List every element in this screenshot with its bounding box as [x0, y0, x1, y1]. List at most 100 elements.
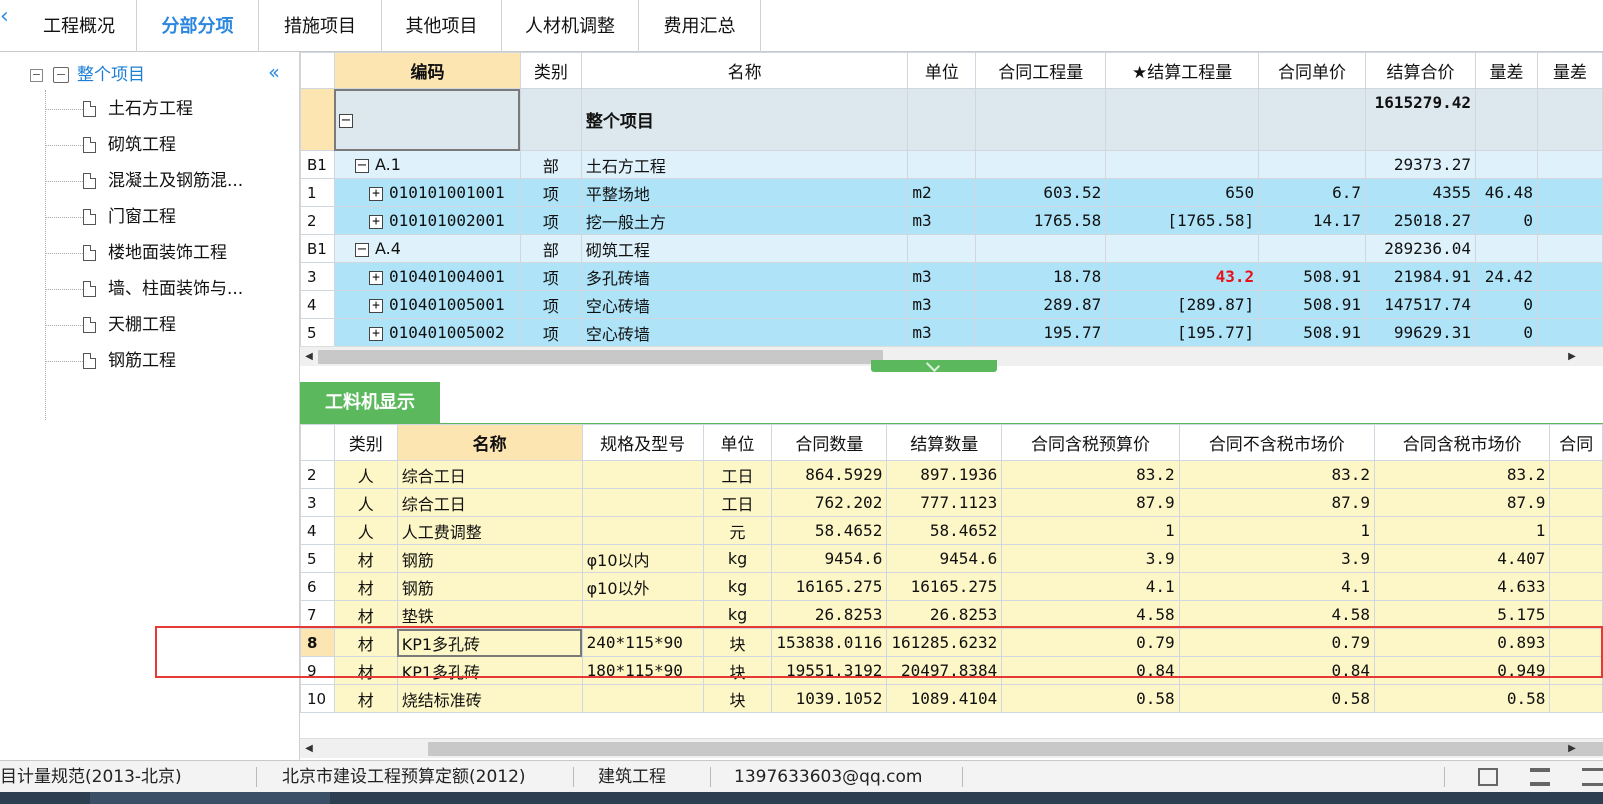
- price-cell[interactable]: 508.91: [1258, 290, 1367, 319]
- qty-cell[interactable]: 26.8253: [771, 600, 888, 629]
- settle-qty-cell[interactable]: 20497.8384: [886, 656, 1003, 685]
- extra-cell[interactable]: [1549, 656, 1603, 685]
- table-row[interactable]: 7 材 垫铁 kg 26.8253 26.8253 4.58 4.58 5.17…: [300, 600, 1603, 629]
- total-cell[interactable]: 29373.27: [1365, 150, 1476, 179]
- col-header-tax-market-price[interactable]: 合同含税市场价: [1373, 424, 1551, 461]
- table-row[interactable]: 1 +010101001001 项 平整场地 m2 603.52 650 6.7…: [300, 178, 1603, 207]
- name-cell[interactable]: 平整场地: [580, 178, 909, 207]
- table-row[interactable]: 5 材 钢筋 φ10以内 kg 9454.6 9454.6 3.9 3.9 4.…: [300, 544, 1603, 573]
- tab-labor-material[interactable]: 人材机调整: [502, 0, 639, 52]
- col-header-contract-price[interactable]: 合同单价: [1258, 52, 1367, 89]
- code-cell[interactable]: +010401005002: [333, 318, 521, 347]
- col-header-settle-qty[interactable]: 结算数量: [886, 424, 1003, 461]
- code-cell[interactable]: +010401004001: [333, 262, 521, 291]
- total-cell[interactable]: 21984.91: [1365, 262, 1476, 291]
- name-cell[interactable]: 垫铁: [396, 600, 583, 629]
- table-row[interactable]: 4 +010401005001 项 空心砖墙 m3 289.87 [289.87…: [300, 290, 1603, 319]
- price-cell[interactable]: 0.84: [1001, 656, 1180, 685]
- settle-qty-cell[interactable]: 161285.6232: [886, 628, 1003, 657]
- expand-plus-icon[interactable]: +: [368, 186, 383, 201]
- total-cell[interactable]: 147517.74: [1365, 290, 1476, 319]
- type-cell[interactable]: 项: [519, 178, 582, 207]
- settle-qty-cell[interactable]: [195.77]: [1105, 318, 1260, 347]
- col-header-unit[interactable]: 单位: [907, 52, 977, 89]
- total-cell[interactable]: 1615279.42: [1365, 88, 1476, 151]
- price-cell[interactable]: 0.79: [1178, 628, 1375, 657]
- tree-item-concrete[interactable]: 混凝土及钢筋混...: [45, 166, 243, 196]
- settle-qty-cell[interactable]: 1089.4104: [886, 684, 1003, 713]
- qty-cell[interactable]: 762.202: [771, 488, 888, 517]
- qty-cell[interactable]: 289.87: [975, 290, 1107, 319]
- col-header-name[interactable]: 名称: [580, 52, 909, 89]
- collapse-minus-icon[interactable]: −: [354, 158, 369, 173]
- name-cell[interactable]: 钢筋: [396, 572, 583, 601]
- col-header-contract-qty[interactable]: 合同工程量: [975, 52, 1107, 89]
- settle-qty-cell[interactable]: 9454.6: [886, 544, 1003, 573]
- settle-qty-cell[interactable]: 16165.275: [886, 572, 1003, 601]
- settle-qty-cell[interactable]: 58.4652: [886, 516, 1003, 545]
- type-cell[interactable]: 材: [333, 600, 398, 629]
- type-cell[interactable]: 材: [333, 656, 398, 685]
- col-header-unit[interactable]: 单位: [702, 424, 773, 461]
- tab-fee-summary[interactable]: 费用汇总: [639, 0, 761, 52]
- col-header-settle-qty[interactable]: ★结算工程量: [1105, 52, 1260, 89]
- col-header-contract-qty[interactable]: 合同数量: [771, 424, 888, 461]
- scroll-left-icon[interactable]: ◀: [300, 739, 318, 759]
- table-row[interactable]: 2 人 综合工日 工日 864.5929 897.1936 83.2 83.2 …: [300, 460, 1603, 489]
- price-cell[interactable]: 4.58: [1178, 600, 1375, 629]
- status-project-type[interactable]: 建筑工程: [598, 761, 666, 793]
- settle-qty-cell[interactable]: 777.1123: [886, 488, 1003, 517]
- name-cell[interactable]: 多孔砖墙: [580, 262, 909, 291]
- expand-plus-icon[interactable]: +: [368, 270, 383, 285]
- spec-cell[interactable]: [581, 684, 704, 713]
- price-cell[interactable]: 4.407: [1373, 544, 1551, 573]
- code-cell[interactable]: +010401005001: [333, 290, 521, 319]
- unit-cell[interactable]: 块: [702, 684, 773, 713]
- diff2-cell[interactable]: [1536, 150, 1603, 179]
- extra-cell[interactable]: [1549, 684, 1603, 713]
- unit-cell[interactable]: m3: [907, 262, 977, 291]
- tree-item-earthwork[interactable]: 土石方工程: [45, 94, 193, 124]
- table-row-selected[interactable]: 8 材 KP1多孔砖 240*115*90 块 153838.0116 1612…: [300, 628, 1603, 657]
- price-cell[interactable]: 87.9: [1373, 488, 1551, 517]
- name-cell[interactable]: 整个项目: [580, 88, 909, 151]
- settle-qty-cell[interactable]: [289.87]: [1105, 290, 1260, 319]
- unit-cell[interactable]: [907, 150, 977, 179]
- table-row[interactable]: − 整个项目 1615279.42: [300, 88, 1603, 151]
- name-cell[interactable]: 综合工日: [396, 488, 583, 517]
- type-cell[interactable]: 人: [333, 488, 398, 517]
- qty-cell[interactable]: 153838.0116: [771, 628, 888, 657]
- name-cell[interactable]: 钢筋: [396, 544, 583, 573]
- diff2-cell[interactable]: [1536, 234, 1603, 263]
- tab-overview[interactable]: 工程概况: [22, 0, 137, 52]
- status-user-email[interactable]: 1397633603@qq.com: [734, 761, 922, 793]
- type-cell[interactable]: 项: [519, 262, 582, 291]
- diff-cell[interactable]: 0: [1474, 290, 1538, 319]
- total-cell[interactable]: 4355: [1365, 178, 1476, 207]
- menu-icon[interactable]: [1582, 768, 1603, 786]
- col-header-name[interactable]: 名称: [396, 424, 583, 461]
- qty-cell[interactable]: 864.5929: [771, 460, 888, 489]
- price-cell[interactable]: 0.58: [1001, 684, 1180, 713]
- price-cell[interactable]: 0.58: [1373, 684, 1551, 713]
- price-cell[interactable]: 6.7: [1258, 178, 1367, 207]
- name-cell[interactable]: 砌筑工程: [580, 234, 909, 263]
- extra-cell[interactable]: [1549, 516, 1603, 545]
- diff2-cell[interactable]: [1536, 290, 1603, 319]
- table-row[interactable]: 10 材 烧结标准砖 块 1039.1052 1089.4104 0.58 0.…: [300, 684, 1603, 713]
- tab-labor-material-display[interactable]: 工料机显示: [300, 382, 440, 424]
- total-cell[interactable]: 289236.04: [1365, 234, 1476, 263]
- price-cell[interactable]: 83.2: [1178, 460, 1375, 489]
- price-cell[interactable]: 87.9: [1001, 488, 1180, 517]
- name-cell[interactable]: 土石方工程: [580, 150, 909, 179]
- type-cell[interactable]: 材: [333, 684, 398, 713]
- settle-qty-cell[interactable]: [1765.58]: [1105, 206, 1260, 235]
- table-row[interactable]: 5 +010401005002 项 空心砖墙 m3 195.77 [195.77…: [300, 318, 1603, 347]
- spec-cell[interactable]: φ10以外: [581, 572, 704, 601]
- price-cell[interactable]: 14.17: [1258, 206, 1367, 235]
- extra-cell[interactable]: [1549, 572, 1603, 601]
- price-cell[interactable]: 0.893: [1373, 628, 1551, 657]
- col-header-qty-diff-2[interactable]: 量差: [1536, 52, 1603, 89]
- name-cell[interactable]: 人工费调整: [396, 516, 583, 545]
- list-icon[interactable]: [1530, 768, 1550, 786]
